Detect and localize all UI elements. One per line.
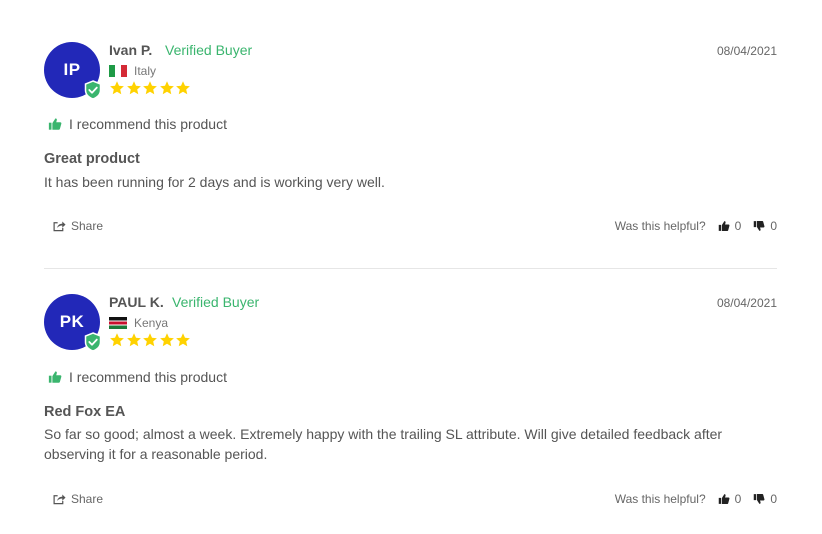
star-icon bbox=[176, 333, 190, 347]
upvote-button[interactable]: 0 bbox=[718, 219, 742, 233]
star-icon bbox=[176, 81, 190, 95]
star-icon bbox=[143, 333, 157, 347]
upvote-count: 0 bbox=[734, 219, 742, 233]
helpful-label: Was this helpful? bbox=[614, 492, 706, 506]
kenya-flag-icon bbox=[109, 317, 127, 329]
reviewer-country: Italy bbox=[109, 64, 156, 78]
star-rating bbox=[109, 80, 192, 96]
reviewer-name: PAUL K. bbox=[109, 294, 164, 310]
country-name: Italy bbox=[134, 64, 157, 78]
verified-buyer-label: Verified Buyer bbox=[165, 42, 253, 58]
verified-badge-icon bbox=[84, 332, 102, 352]
review-body: So far so good; almost a week. Extremely… bbox=[44, 426, 723, 462]
recommend-line: I recommend this product bbox=[48, 116, 227, 132]
thumbs-up-icon bbox=[48, 371, 62, 383]
upvote-count: 0 bbox=[734, 492, 742, 506]
star-rating bbox=[109, 332, 192, 348]
recommend-text: I recommend this product bbox=[69, 369, 227, 385]
helpful-votes: Was this helpful? 0 0 bbox=[615, 492, 777, 506]
star-icon bbox=[110, 333, 124, 347]
thumbs-up-icon bbox=[718, 494, 730, 504]
star-icon bbox=[143, 81, 157, 95]
review-date: 08/04/2021 bbox=[716, 44, 777, 58]
italy-flag-icon bbox=[109, 65, 127, 77]
downvote-count: 0 bbox=[770, 219, 777, 233]
share-icon bbox=[53, 221, 66, 232]
thumbs-up-icon bbox=[718, 221, 730, 231]
review-date: 08/04/2021 bbox=[716, 296, 777, 310]
thumbs-down-icon bbox=[754, 221, 765, 231]
star-icon bbox=[126, 333, 141, 347]
share-label: Share bbox=[71, 492, 104, 506]
recommend-line: I recommend this product bbox=[48, 369, 227, 385]
star-icon bbox=[159, 333, 174, 347]
thumbs-down-icon bbox=[754, 494, 765, 504]
reviewer-country: Kenya bbox=[109, 316, 168, 330]
verified-badge-icon bbox=[84, 80, 102, 100]
thumbs-up-icon bbox=[48, 118, 62, 130]
star-icon bbox=[126, 81, 141, 95]
helpful-votes: Was this helpful? 0 0 bbox=[615, 219, 777, 233]
verified-buyer-label: Verified Buyer bbox=[172, 294, 260, 310]
downvote-count: 0 bbox=[770, 492, 777, 506]
downvote-button[interactable]: 0 bbox=[753, 219, 777, 233]
review-body: It has been running for 2 days and is wo… bbox=[44, 174, 385, 190]
share-label: Share bbox=[71, 219, 104, 233]
downvote-button[interactable]: 0 bbox=[753, 492, 777, 506]
review-divider bbox=[44, 268, 777, 269]
star-icon bbox=[110, 81, 124, 95]
country-name: Kenya bbox=[134, 316, 169, 330]
share-button[interactable]: Share bbox=[53, 492, 103, 506]
star-icon bbox=[159, 81, 174, 95]
review-title: Red Fox EA bbox=[44, 404, 126, 420]
share-icon bbox=[53, 494, 66, 505]
recommend-text: I recommend this product bbox=[69, 116, 227, 132]
review-title: Great product bbox=[44, 151, 140, 167]
helpful-label: Was this helpful? bbox=[614, 219, 706, 233]
share-button[interactable]: Share bbox=[53, 219, 103, 233]
reviewer-name: Ivan P. bbox=[109, 42, 153, 58]
upvote-button[interactable]: 0 bbox=[718, 492, 742, 506]
